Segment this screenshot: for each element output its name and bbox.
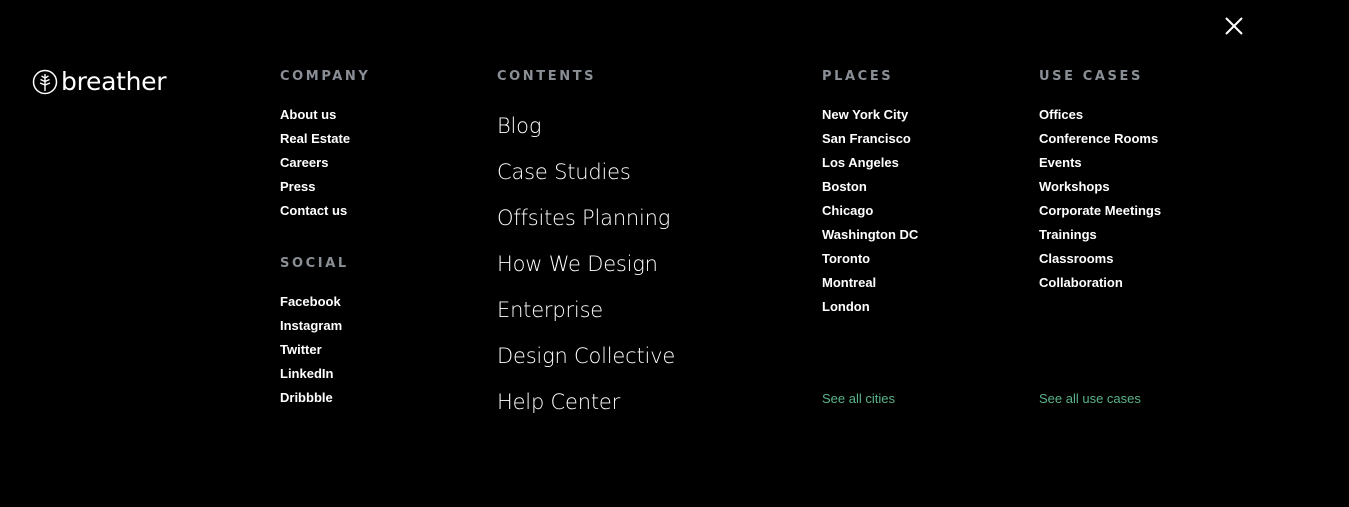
- use-case-link-conference-rooms[interactable]: Conference Rooms: [1039, 131, 1158, 146]
- company-heading: COMPANY: [280, 69, 371, 84]
- place-link-toronto[interactable]: Toronto: [822, 251, 870, 266]
- company-link-about-us[interactable]: About us: [280, 107, 336, 122]
- use-cases-links: Offices Conference Rooms Events Workshop…: [1039, 106, 1161, 298]
- places-links: New York City San Francisco Los Angeles …: [822, 106, 918, 322]
- company-link-real-estate[interactable]: Real Estate: [280, 131, 350, 146]
- navigation-overlay: breather COMPANY About us Real Estate Ca…: [0, 0, 1349, 507]
- close-button[interactable]: [1222, 14, 1246, 38]
- use-case-link-workshops[interactable]: Workshops: [1039, 179, 1110, 194]
- company-link-contact-us[interactable]: Contact us: [280, 203, 347, 218]
- contents-link-blog[interactable]: Blog: [497, 114, 541, 138]
- tree-leaf-icon: [32, 69, 58, 95]
- social-link-facebook[interactable]: Facebook: [280, 294, 341, 309]
- use-case-link-classrooms[interactable]: Classrooms: [1039, 251, 1113, 266]
- social-link-dribbble[interactable]: Dribbble: [280, 390, 333, 405]
- place-link-boston[interactable]: Boston: [822, 179, 867, 194]
- social-links: Facebook Instagram Twitter LinkedIn Drib…: [280, 293, 349, 413]
- use-case-link-trainings[interactable]: Trainings: [1039, 227, 1097, 242]
- company-column: COMPANY About us Real Estate Careers Pre…: [280, 68, 370, 226]
- use-cases-heading: USE CASES: [1039, 69, 1143, 84]
- social-column: SOCIAL Facebook Instagram Twitter Linked…: [280, 255, 349, 413]
- places-column: PLACES New York City San Francisco Los A…: [822, 68, 918, 322]
- use-case-link-events[interactable]: Events: [1039, 155, 1082, 170]
- place-link-los-angeles[interactable]: Los Angeles: [822, 155, 899, 170]
- company-link-press[interactable]: Press: [280, 179, 315, 194]
- social-link-twitter[interactable]: Twitter: [280, 342, 322, 357]
- company-links: About us Real Estate Careers Press Conta…: [280, 106, 370, 226]
- contents-link-offsites-planning[interactable]: Offsites Planning: [497, 206, 670, 230]
- place-link-san-francisco[interactable]: San Francisco: [822, 131, 911, 146]
- contents-link-how-we-design[interactable]: How We Design: [497, 252, 658, 276]
- contents-link-enterprise[interactable]: Enterprise: [497, 298, 603, 322]
- contents-link-design-collective[interactable]: Design Collective: [497, 344, 675, 368]
- use-case-link-corporate-meetings[interactable]: Corporate Meetings: [1039, 203, 1161, 218]
- places-heading: PLACES: [822, 69, 894, 84]
- place-link-london[interactable]: London: [822, 299, 870, 314]
- contents-link-case-studies[interactable]: Case Studies: [497, 160, 631, 184]
- brand-logo[interactable]: breather: [32, 66, 167, 98]
- use-case-link-collaboration[interactable]: Collaboration: [1039, 275, 1123, 290]
- use-cases-column: USE CASES Offices Conference Rooms Event…: [1039, 68, 1161, 298]
- close-icon: [1225, 17, 1243, 35]
- contents-links: Blog Case Studies Offsites Planning How …: [497, 111, 675, 433]
- brand-name: breather: [61, 67, 167, 96]
- place-link-washington-dc[interactable]: Washington DC: [822, 227, 918, 242]
- place-link-chicago[interactable]: Chicago: [822, 203, 873, 218]
- see-all-cities-link[interactable]: See all cities: [822, 390, 895, 408]
- place-link-new-york-city[interactable]: New York City: [822, 107, 908, 122]
- social-heading: SOCIAL: [280, 256, 349, 271]
- see-all-use-cases-link[interactable]: See all use cases: [1039, 390, 1141, 408]
- contents-link-help-center[interactable]: Help Center: [497, 390, 620, 414]
- social-link-linkedin[interactable]: LinkedIn: [280, 366, 333, 381]
- contents-column: CONTENTS Blog Case Studies Offsites Plan…: [497, 68, 675, 433]
- place-link-montreal[interactable]: Montreal: [822, 275, 876, 290]
- social-link-instagram[interactable]: Instagram: [280, 318, 342, 333]
- use-case-link-offices[interactable]: Offices: [1039, 107, 1083, 122]
- company-link-careers[interactable]: Careers: [280, 155, 328, 170]
- contents-heading: CONTENTS: [497, 69, 597, 84]
